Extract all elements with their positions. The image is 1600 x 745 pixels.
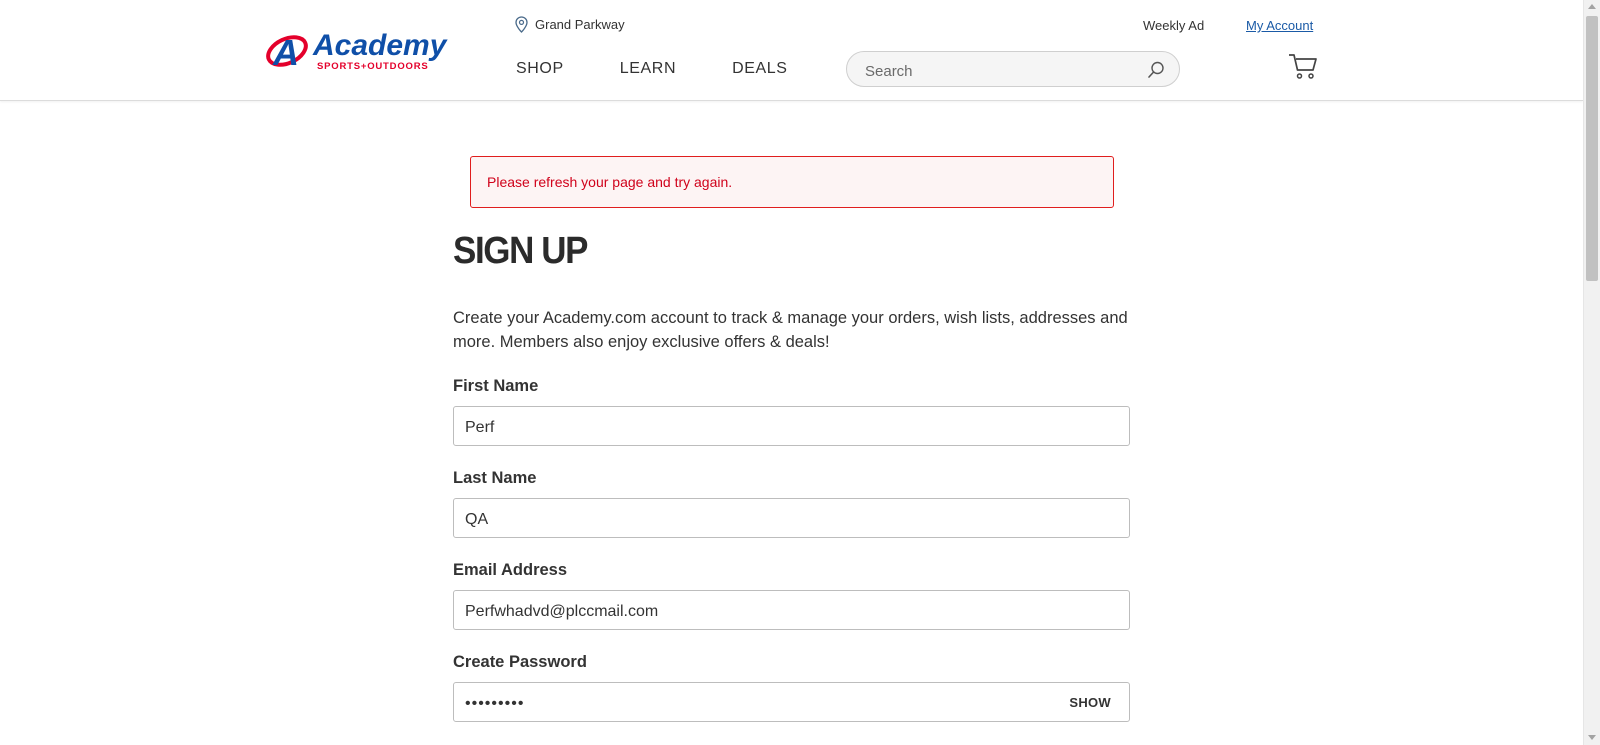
weekly-ad-link[interactable]: Weekly Ad (1143, 18, 1204, 33)
scroll-down-arrow-icon[interactable] (1588, 735, 1596, 740)
main-nav: SHOP LEARN DEALS (516, 60, 844, 78)
email-field (453, 590, 1130, 630)
last-name-label: Last Name (453, 469, 537, 487)
my-account-link[interactable]: My Account (1246, 18, 1313, 33)
svg-text:A: A (272, 32, 299, 73)
nav-shop[interactable]: SHOP (516, 60, 564, 78)
error-message: Please refresh your page and try again. (487, 174, 733, 190)
store-name: Grand Parkway (535, 17, 625, 32)
svg-text:Academy: Academy (312, 29, 448, 62)
show-password-button[interactable]: SHOW (1069, 695, 1111, 710)
error-alert: Please refresh your page and try again. (470, 156, 1114, 208)
svg-text:SPORTS+OUTDOORS: SPORTS+OUTDOORS (317, 61, 429, 72)
password-field: SHOW (453, 682, 1130, 722)
page-scrollbar[interactable] (1583, 0, 1600, 745)
password-input[interactable] (463, 692, 1027, 716)
search-icon[interactable] (1146, 60, 1166, 80)
signup-intro: Create your Academy.com account to track… (453, 309, 1128, 351)
first-name-field (453, 406, 1130, 446)
search-bar (846, 51, 1180, 87)
location-pin-icon (515, 16, 528, 33)
store-selector[interactable]: Grand Parkway (515, 16, 625, 33)
nav-deals[interactable]: DEALS (732, 60, 787, 78)
first-name-input[interactable] (463, 416, 1067, 440)
academy-logo[interactable]: A Academy SPORTS+OUTDOORS (265, 28, 470, 74)
scrollbar-thumb[interactable] (1586, 16, 1598, 281)
password-label: Create Password (453, 653, 587, 671)
email-input[interactable] (463, 600, 1067, 624)
last-name-input[interactable] (463, 508, 1067, 532)
search-input[interactable] (863, 60, 1137, 82)
cart-icon[interactable] (1288, 52, 1318, 80)
nav-learn[interactable]: LEARN (620, 60, 676, 78)
scroll-up-arrow-icon[interactable] (1588, 4, 1596, 9)
first-name-label: First Name (453, 377, 539, 395)
last-name-field (453, 498, 1130, 538)
site-header: A Academy SPORTS+OUTDOORS Grand Parkway … (0, 0, 1583, 101)
page-title: SIGN UP (453, 230, 588, 272)
email-label: Email Address (453, 561, 568, 579)
